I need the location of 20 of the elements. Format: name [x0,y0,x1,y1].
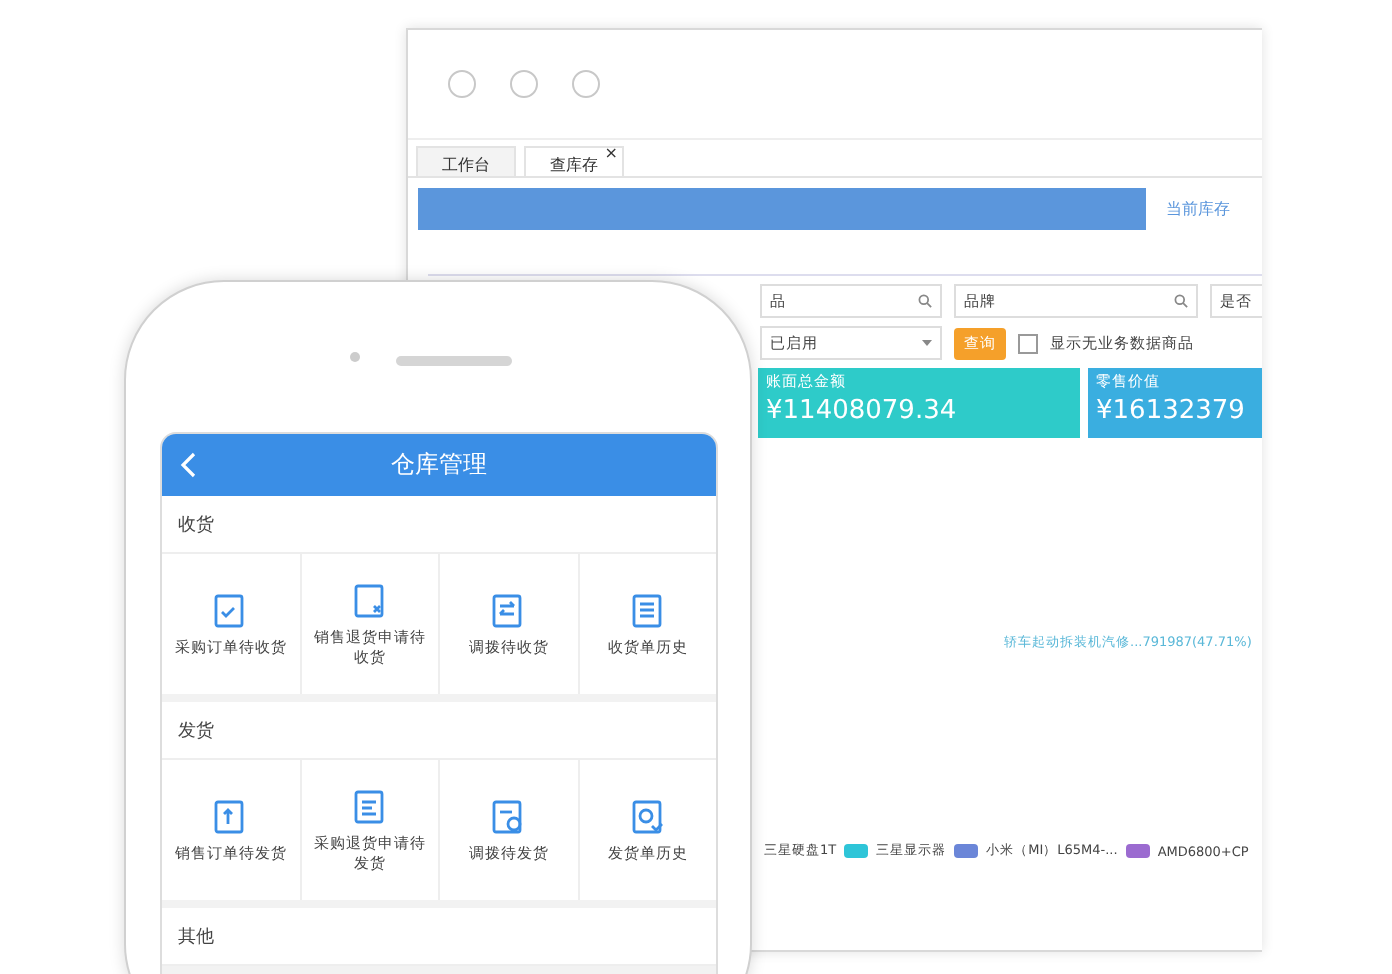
section-title: 发货 [162,702,716,760]
section-title: 收货 [162,496,716,554]
checkbox[interactable] [1018,333,1038,353]
section-title: 其他 [162,908,716,966]
window-dot-icon[interactable] [572,70,600,98]
close-icon[interactable]: × [604,144,618,162]
tab[interactable]: 工作台 [416,146,516,176]
back-icon[interactable] [180,452,196,478]
caret-icon [922,340,932,346]
search-icon [1174,294,1188,308]
window-dot-icon[interactable] [448,70,476,98]
card-value: ¥16132379 [1096,396,1247,426]
camera-icon [350,352,360,362]
search-icon [918,294,932,308]
window-dot-icon[interactable] [510,70,538,98]
speaker-icon [396,356,512,366]
card-value: ¥11408079.34 [766,396,959,426]
header-title: 仓库管理 [391,448,487,482]
document-icon [627,796,668,837]
tab[interactable]: 查库存 × [524,146,624,176]
